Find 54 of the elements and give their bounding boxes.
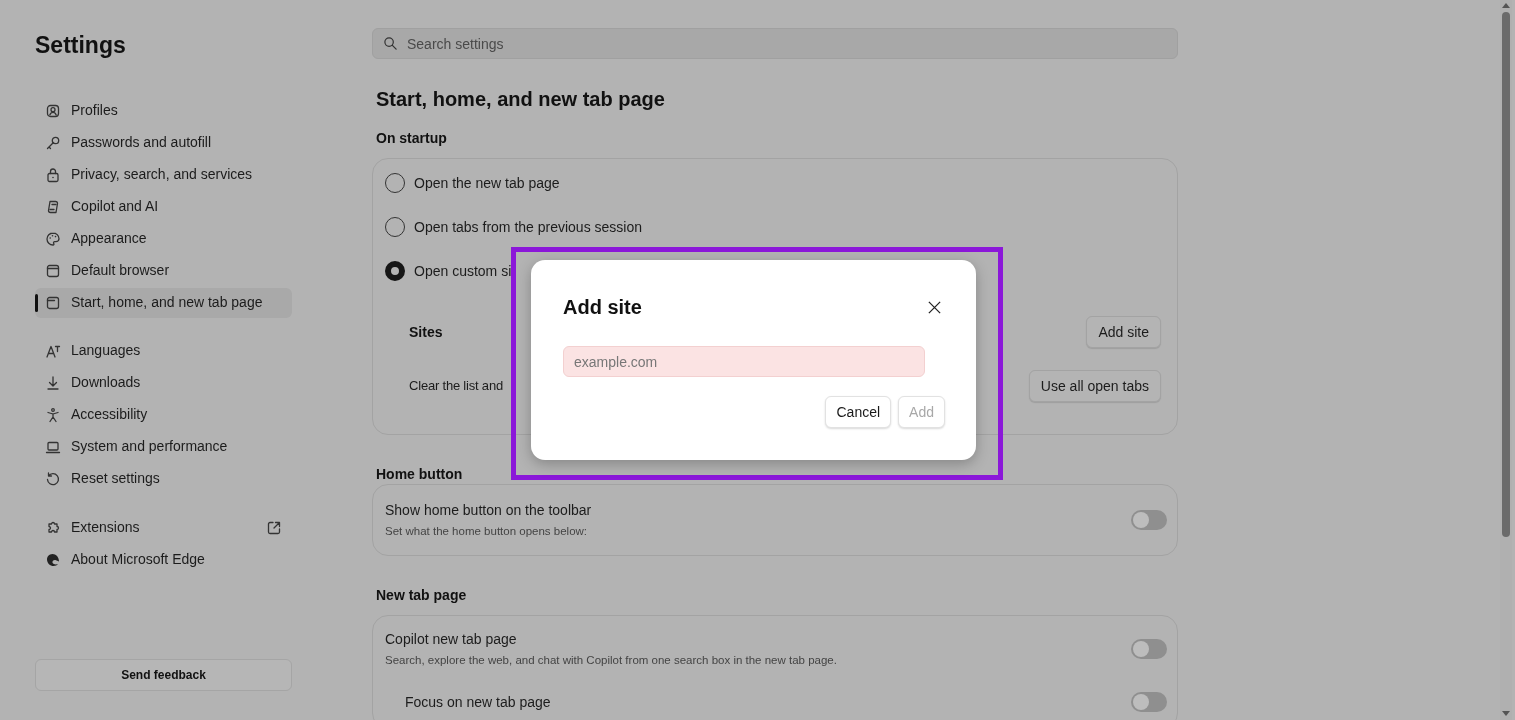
sidebar-item[interactable]: Start, home, and new tab page xyxy=(35,287,292,318)
sidebar-item[interactable]: About Microsoft Edge xyxy=(35,544,292,575)
sites-heading: Sites xyxy=(409,322,443,342)
setting-label: Clear the list and xyxy=(409,377,503,396)
setting-title: Copilot new tab page xyxy=(385,630,517,649)
section-heading: Home button xyxy=(376,465,463,484)
search-icon xyxy=(383,36,398,51)
lock-icon xyxy=(45,166,61,183)
sidebar-item[interactable]: System and performance xyxy=(35,431,292,462)
radio-label: Open custom si xyxy=(414,261,512,281)
site-url-field[interactable]: example.com xyxy=(563,346,925,377)
sidebar-item[interactable]: Default browser xyxy=(35,255,292,286)
swirl-logo-icon xyxy=(45,551,61,568)
browser-window-icon xyxy=(45,262,61,279)
send-feedback-button[interactable]: Send feedback xyxy=(35,659,292,691)
sidebar-title: Settings xyxy=(35,31,127,60)
sidebar-item[interactable]: Reset settings xyxy=(35,463,292,494)
sidebar-item[interactable]: Downloads xyxy=(35,367,292,398)
radio-label: Open the new tab page xyxy=(414,173,560,193)
section-heading: New tab page xyxy=(376,586,467,605)
sidebar-item[interactable]: Languages xyxy=(35,335,292,366)
setting-description: Search, explore the web, and chat with Copilot from one search box in the new tab page. xyxy=(385,653,837,668)
toggle-switch[interactable] xyxy=(1131,692,1167,712)
puzzle-icon xyxy=(45,519,61,536)
sidebar-item[interactable]: Copilot and AI xyxy=(35,191,292,222)
selection-indicator xyxy=(35,293,38,312)
key-icon xyxy=(45,134,61,151)
dialog-button[interactable]: Cancel xyxy=(825,396,892,428)
action-button[interactable]: Use all open tabs xyxy=(1028,370,1161,402)
download-icon xyxy=(45,374,61,391)
sidebar-item[interactable]: Privacy, search, and services xyxy=(35,159,292,190)
action-button[interactable]: Add site xyxy=(1086,316,1161,348)
sidebar-item[interactable]: Extensions xyxy=(35,512,292,543)
dialog-title: Add site xyxy=(563,295,642,320)
browser-window-icon xyxy=(45,294,61,311)
search-field[interactable]: Search settings xyxy=(372,28,1178,59)
sidebar-item[interactable]: Passwords and autofill xyxy=(35,127,292,158)
toggle-switch[interactable] xyxy=(1131,638,1167,659)
close-icon xyxy=(926,299,942,315)
setting-title: Focus on new tab page xyxy=(405,693,551,711)
profile-icon xyxy=(45,102,61,119)
radio-button[interactable] xyxy=(385,261,405,281)
toggle-switch[interactable] xyxy=(1131,509,1167,530)
reset-icon xyxy=(45,470,61,487)
setting-description: Set what the home button opens below: xyxy=(385,524,588,539)
sidebar-item[interactable]: Appearance xyxy=(35,223,292,254)
accessibility-icon xyxy=(45,406,61,423)
radio-label: Open tabs from the previous session xyxy=(414,217,642,237)
sidebar-item[interactable]: Accessibility xyxy=(35,399,292,430)
sidebar-item[interactable]: Profiles xyxy=(35,95,292,126)
palette-icon xyxy=(45,230,61,247)
page-title: Start, home, and new tab page xyxy=(376,87,665,112)
section-heading: On startup xyxy=(376,129,447,148)
setting-title: Show home button on the toolbar xyxy=(385,501,592,520)
